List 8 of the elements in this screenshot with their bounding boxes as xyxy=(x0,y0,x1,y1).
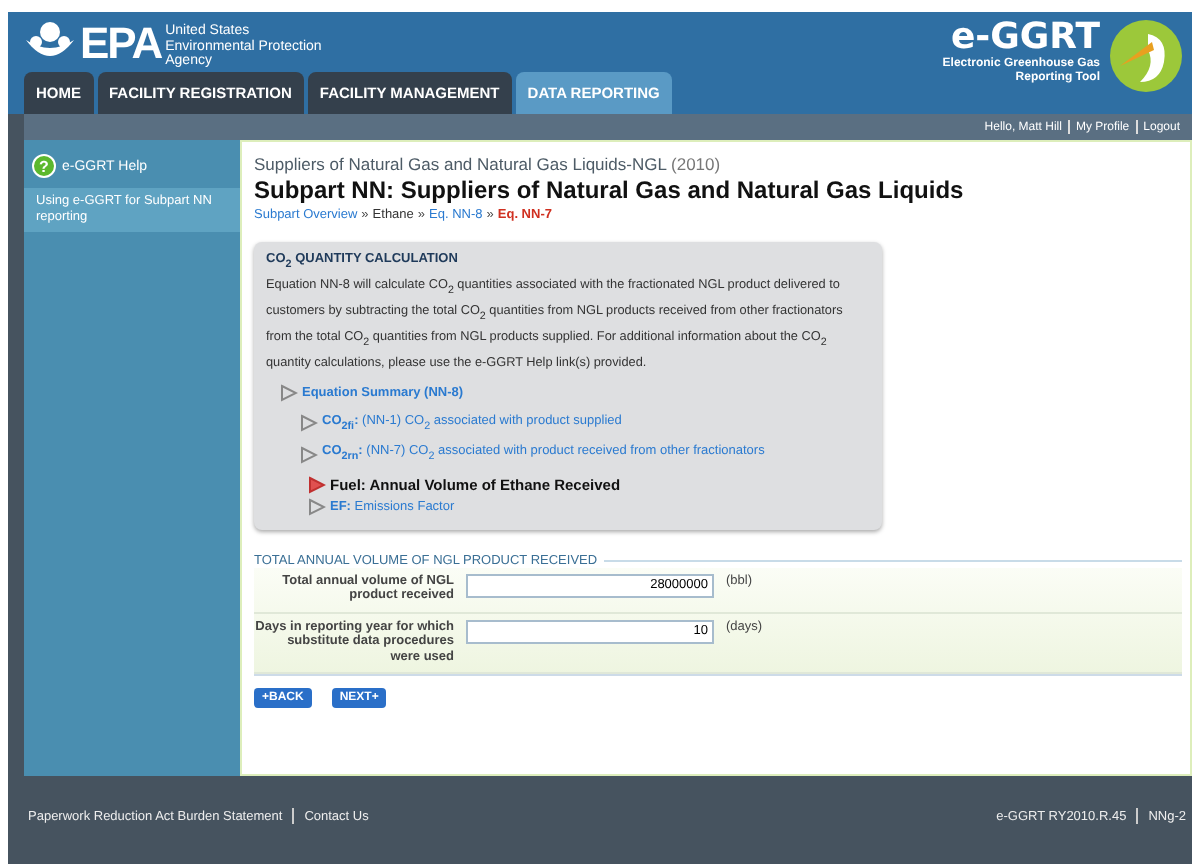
current-arrow-icon xyxy=(308,475,326,494)
help-icon: ? xyxy=(32,154,56,178)
page-supertitle: Suppliers of Natural Gas and Natural Gas Liquids-NGL (2010) xyxy=(254,154,723,174)
page-title: Subpart NN: Suppliers of Natural Gas and Natural Gas Liquids xyxy=(254,176,966,204)
epa-logo: EPA xyxy=(80,20,162,68)
bird-logo-icon xyxy=(1108,18,1184,94)
app-logo: e-GGRT xyxy=(950,18,1100,58)
arrow-icon xyxy=(308,497,326,516)
